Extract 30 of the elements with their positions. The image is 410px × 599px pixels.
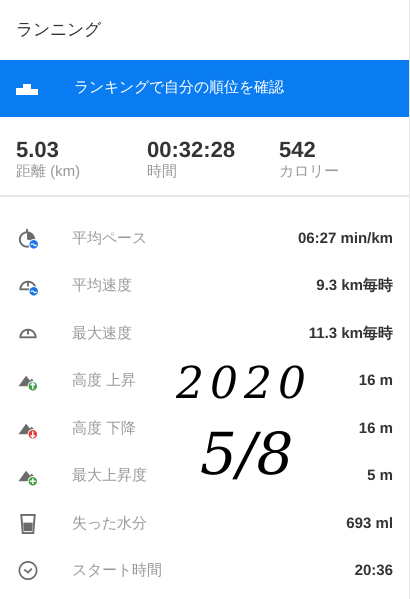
- handwritten-note: 5/8: [200, 425, 294, 483]
- stopwatch-icon: [17, 228, 39, 250]
- metric-label: 最大上昇度: [72, 466, 147, 486]
- metric-label: 平均速度: [72, 276, 132, 296]
- summary-label: 時間: [147, 163, 178, 181]
- banner-text: ランキングで自分の順位を確認: [74, 78, 284, 98]
- ranking-banner[interactable]: ランキングで自分の順位を確認: [0, 60, 409, 117]
- clock-icon: [17, 560, 39, 582]
- metric-value: 9.3 km毎時: [316, 276, 393, 296]
- podium-icon: [16, 82, 38, 94]
- summary-value: 542: [279, 137, 317, 163]
- metric-value: 5 m: [367, 466, 393, 486]
- summary-value: 5.03: [16, 137, 60, 163]
- metric-label: 高度 下降: [72, 418, 136, 438]
- handwritten-note: 2020: [176, 362, 312, 406]
- metric-value: 693 ml: [346, 514, 393, 534]
- metric-value: 20:36: [354, 561, 393, 581]
- metric-label: 平均ペース: [72, 228, 147, 248]
- metric-label: スタート時間: [72, 561, 162, 581]
- metric-value: 16 m: [358, 418, 393, 438]
- screen-title: ランニング: [16, 19, 101, 42]
- metric-value: 16 m: [358, 371, 393, 391]
- metric-label: 高度 上昇: [72, 371, 136, 391]
- metric-label: 失った水分: [72, 514, 147, 534]
- summary-value: 00:32:28: [147, 137, 236, 163]
- metric-value: 11.3 km毎時: [308, 324, 393, 344]
- summary-label: 距離 (km): [16, 163, 82, 181]
- summary-label: カロリー: [279, 163, 340, 181]
- metric-label: 最大速度: [72, 324, 132, 344]
- metric-value: 06:27 min/km: [298, 228, 393, 248]
